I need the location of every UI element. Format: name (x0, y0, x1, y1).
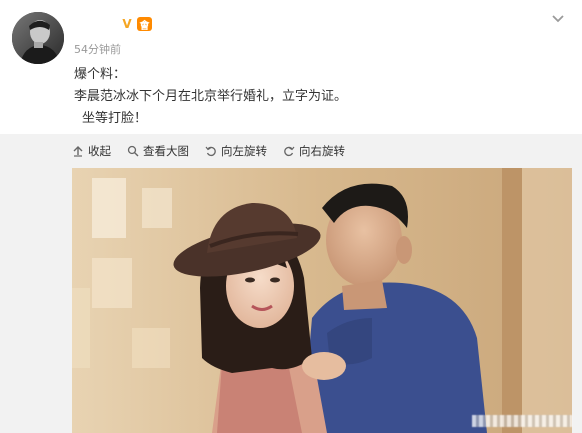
post-text-line: 坐等打脸！ (82, 111, 148, 126)
rotate-right-icon (284, 146, 295, 157)
rotate-left-button[interactable]: 向左旋转 (205, 143, 267, 159)
vip-icon: 會 (137, 17, 152, 32)
chevron-down-icon[interactable] (550, 10, 566, 26)
username[interactable]: V 會 (74, 14, 152, 34)
collapse-icon (73, 146, 83, 157)
couple-photo (72, 168, 572, 433)
rotate-right-label: 向右旋转 (299, 144, 345, 158)
image-toolbar: 收起 查看大图 向左旋转 向右旋转 (72, 142, 345, 160)
post-photo[interactable] (72, 168, 572, 433)
post-text-line: 爆个料： (74, 67, 127, 82)
weibo-post: V 會 54分钟前 爆个料： 李晨范冰冰下个月在北京举行婚礼，立字为证。 坐等打… (0, 0, 582, 433)
watermark (472, 415, 572, 427)
username-obscured (77, 18, 117, 30)
rotate-left-label: 向左旋转 (221, 144, 267, 158)
avatar[interactable] (12, 12, 64, 64)
magnifier-icon (127, 145, 139, 157)
rotate-left-icon (205, 146, 216, 157)
avatar-photo (12, 12, 64, 64)
post-text: 爆个料： 李晨范冰冰下个月在北京举行婚礼，立字为证。 坐等打脸！ (74, 64, 347, 130)
post-text-line: 李晨范冰冰下个月在北京举行婚礼，立字为证。 (74, 89, 348, 104)
post-time[interactable]: 54分钟前 (74, 41, 121, 57)
view-large-button[interactable]: 查看大图 (127, 143, 189, 159)
rotate-right-button[interactable]: 向右旋转 (283, 143, 345, 159)
collapse-label: 收起 (88, 144, 111, 158)
collapse-button[interactable]: 收起 (72, 143, 111, 159)
verified-icon: V (122, 17, 132, 31)
view-large-label: 查看大图 (143, 144, 189, 158)
